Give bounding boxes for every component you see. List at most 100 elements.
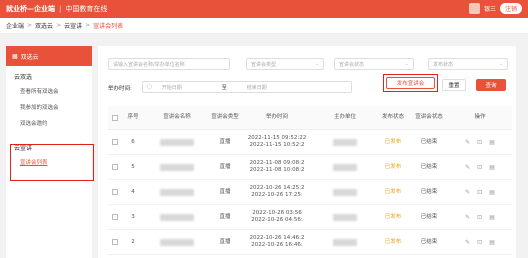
col-actions: 操作 [474,114,486,120]
row-talk-status: 已结束 [420,238,438,245]
view-icon[interactable]: ⊡ [477,239,482,246]
breadcrumb-yunxuanjiang[interactable]: 云宣讲 [64,21,82,30]
brand-title: 就业桥—企业端 [6,5,55,13]
date-range-picker[interactable]: ▢ 开始日期 至 结束日期 [142,81,352,93]
edit-icon[interactable]: ✎ [465,189,470,196]
redacted-organizer [333,163,357,171]
chevron-down-icon: ⌄ [314,61,319,67]
row-index: 6 [131,138,135,145]
publish-status-select[interactable]: 发布状态 ⌄ [428,58,508,70]
type-select[interactable]: 宣讲会类型 ⌄ [246,58,324,70]
name-search-input[interactable]: 请输入宣讲会名称/举办单位名称 [108,58,230,70]
delete-icon[interactable]: ▤ [489,189,495,196]
talk-status-select[interactable]: 宣讲会状态 ⌄ [334,58,414,70]
search-button[interactable]: 查询 [476,79,506,91]
sidebar-item-invitations[interactable]: 双选会邀约 [6,115,92,131]
row-talk-status: 已结束 [420,213,438,220]
redacted-organizer [333,138,357,146]
delete-icon[interactable]: ▤ [489,139,495,146]
table-row: 3 直播 2022-10-26 03:56 2022-10-26 04:56: … [108,205,512,230]
row-publish-status: 已发布 [384,238,402,245]
time-label: 举办时间: [108,86,132,92]
redacted-name [160,213,194,221]
view-icon[interactable]: ⊡ [477,189,482,196]
table-row: 6 直播 2022-11-15 09:52:22 2022-11-15 10:5… [108,130,512,155]
sidebar-item-my-fairs[interactable]: 我参加的双选会 [6,99,92,115]
view-icon[interactable]: ⊡ [477,214,482,221]
delete-icon[interactable]: ▤ [489,239,495,246]
view-icon[interactable]: ⊡ [477,139,482,146]
edit-icon[interactable]: ✎ [465,214,470,221]
edit-icon[interactable]: ✎ [465,239,470,246]
logout-button[interactable]: 注销 [499,3,522,14]
delete-icon[interactable]: ▤ [489,214,495,221]
user-area: 银三 注销 [468,3,522,14]
row-type: 直播 [219,188,231,195]
row-type: 直播 [219,163,231,170]
edit-icon[interactable]: ✎ [465,164,470,171]
publish-highlight-box [383,74,438,92]
redacted-organizer [333,188,357,196]
row-time: 2022-10-26 14:25:2 2022-10-26 17:25: [249,185,305,198]
row-checkbox[interactable] [112,164,118,170]
row-talk-status: 已结束 [420,188,438,195]
row-checkbox[interactable] [112,239,118,245]
sidebar-header[interactable]: ▦ 双选云 [6,46,92,66]
redacted-organizer [333,238,357,246]
start-date-input[interactable]: 开始日期 [162,84,182,91]
row-index: 4 [131,188,135,195]
row-checkbox[interactable] [112,214,118,220]
table-row: 4 直播 2022-10-26 14:25:2 2022-10-26 17:25… [108,180,512,205]
chevron-down-icon: ⌄ [404,61,409,67]
redacted-name [160,138,194,146]
row-checkbox[interactable] [112,139,118,145]
col-organizer: 主办单位 [333,114,356,120]
sidebar: ▦ 双选云 云双选 查看所有双选会 我参加的双选会 双选会邀约 云宣讲 ⌃ 宣讲… [6,46,94,258]
redacted-organizer [333,213,357,221]
sidebar-title: 双选云 [20,53,39,61]
edit-icon[interactable]: ✎ [465,139,470,146]
avatar[interactable] [468,3,480,14]
breadcrumb-shuangxuanyun[interactable]: 双选云 [35,21,53,30]
table-row: 2 直播 2022-10-26 14:46:2 2022-10-26 16:46… [108,230,512,255]
redacted-name [160,188,194,196]
reset-button[interactable]: 重置 [442,79,466,91]
chevron-down-icon: ⌄ [498,61,503,67]
sidebar-highlight-box [10,144,94,181]
redacted-name [160,238,194,246]
col-type: 宣讲会类型 [211,114,239,120]
row-type: 直播 [219,238,231,245]
row-talk-status: 已结束 [420,138,438,145]
range-to-label: 至 [221,84,227,91]
row-publish-status: 已发布 [384,163,402,170]
breadcrumb-current: 宣讲会列表 [93,23,124,30]
row-publish-status: 已发布 [384,188,402,195]
view-icon[interactable]: ⊡ [477,164,482,171]
breadcrumb-separator: > [85,22,91,29]
brand-subtitle: 中国教育在线 [65,5,108,13]
top-bar: 就业桥—企业端 | 中国教育在线 银三 注销 [0,0,528,18]
row-time: 2022-11-08 09:08:2 2022-11-08 10:08:2 [249,160,305,173]
breadcrumb-home[interactable]: 企业端 [6,21,24,30]
row-index: 2 [131,238,135,245]
end-date-input[interactable]: 结束日期 [247,84,267,91]
row-publish-status: 已发布 [384,138,402,145]
user-name[interactable]: 银三 [484,4,496,13]
col-time: 举办时间 [265,114,288,120]
col-name: 宣讲会名称 [163,114,191,120]
main-panel: 请输入宣讲会名称/举办单位名称 宣讲会类型 ⌄ 宣讲会状态 ⌄ 发布状态 ⌄ 举办时间… [98,46,516,258]
row-index: 5 [131,163,135,170]
delete-icon[interactable]: ▤ [489,164,495,171]
sidebar-item-all-fairs[interactable]: 查看所有双选会 [6,83,92,99]
row-type: 直播 [219,213,231,220]
table-row: 5 直播 2022-11-08 09:08:2 2022-11-08 10:08… [108,155,512,180]
row-time: 2022-11-15 09:52:22 2022-11-15 10:52:2 [247,135,307,148]
table-header: 序号 宣讲会名称 宣讲会类型 举办时间 主办单位 发布状态 宣讲会状态 操作 [108,106,512,130]
select-all-checkbox[interactable] [112,114,118,121]
sidebar-group-yunshuangxuan[interactable]: 云双选 [6,66,92,83]
redacted-name [160,163,194,171]
row-index: 3 [131,213,135,220]
row-publish-status: 已发布 [384,213,402,220]
row-checkbox[interactable] [112,189,118,195]
col-index: 序号 [127,114,139,120]
